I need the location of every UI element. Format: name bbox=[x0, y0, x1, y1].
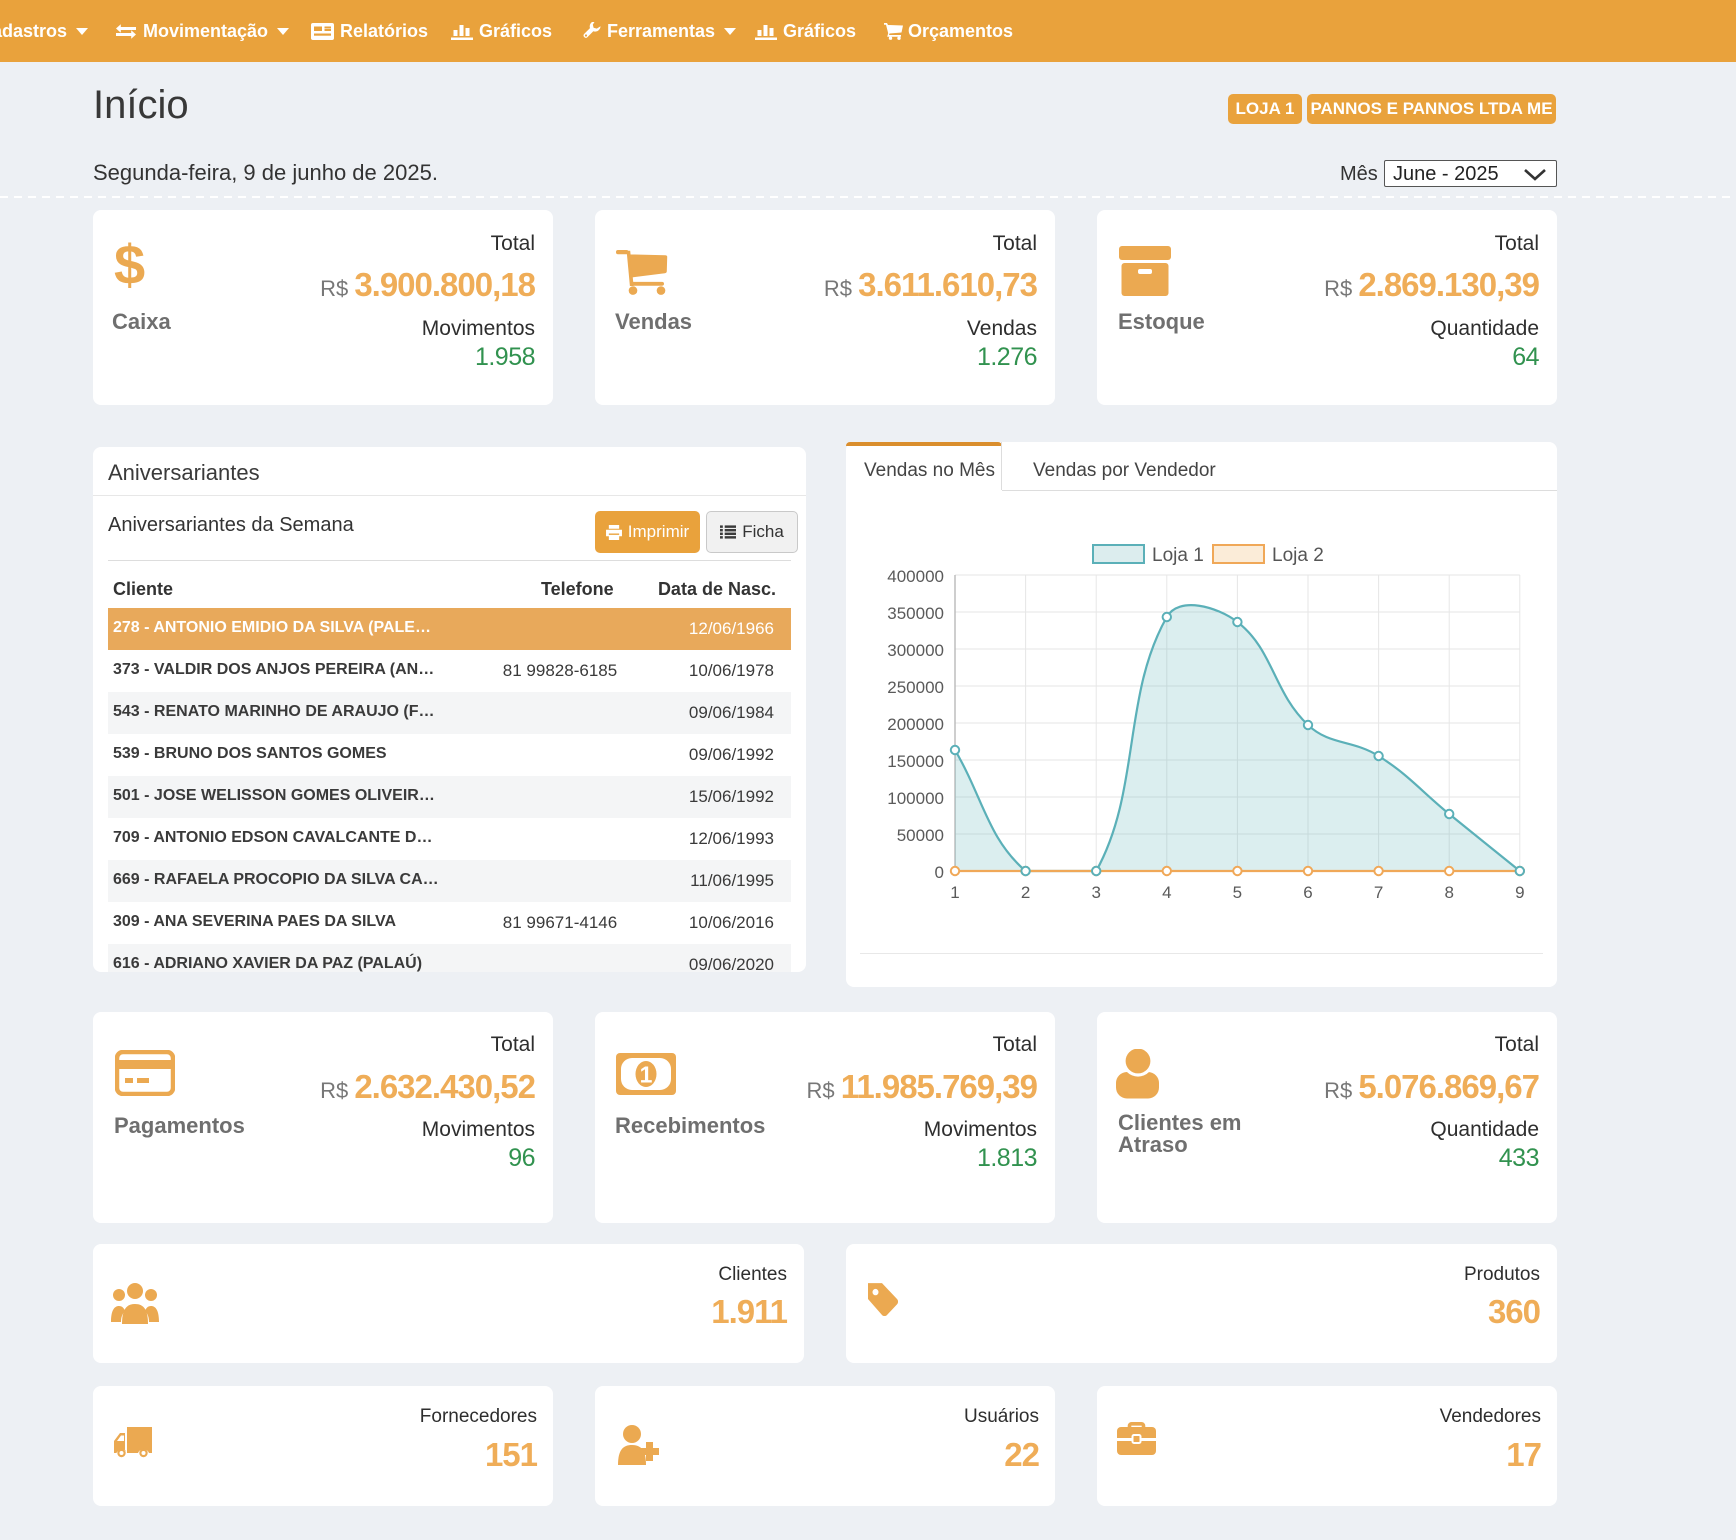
svg-text:100000: 100000 bbox=[887, 789, 944, 808]
svg-text:300000: 300000 bbox=[887, 641, 944, 660]
svg-text:3: 3 bbox=[1091, 883, 1100, 902]
svg-text:9: 9 bbox=[1515, 883, 1524, 902]
svg-text:0: 0 bbox=[935, 863, 944, 882]
svg-text:200000: 200000 bbox=[887, 715, 944, 734]
svg-text:250000: 250000 bbox=[887, 678, 944, 697]
svg-text:Loja 2: Loja 2 bbox=[1272, 545, 1324, 566]
svg-text:7: 7 bbox=[1374, 883, 1383, 902]
svg-text:350000: 350000 bbox=[887, 604, 944, 623]
svg-text:1: 1 bbox=[950, 883, 959, 902]
svg-text:2: 2 bbox=[1021, 883, 1030, 902]
svg-text:8: 8 bbox=[1444, 883, 1453, 902]
svg-text:4: 4 bbox=[1162, 883, 1171, 902]
svg-text:1: 1 bbox=[640, 1062, 653, 1088]
svg-text:50000: 50000 bbox=[897, 826, 944, 845]
svg-text:Loja 1: Loja 1 bbox=[1152, 545, 1204, 566]
svg-text:5: 5 bbox=[1233, 883, 1242, 902]
svg-text:150000: 150000 bbox=[887, 752, 944, 771]
svg-text:400000: 400000 bbox=[887, 567, 944, 586]
svg-text:6: 6 bbox=[1303, 883, 1312, 902]
